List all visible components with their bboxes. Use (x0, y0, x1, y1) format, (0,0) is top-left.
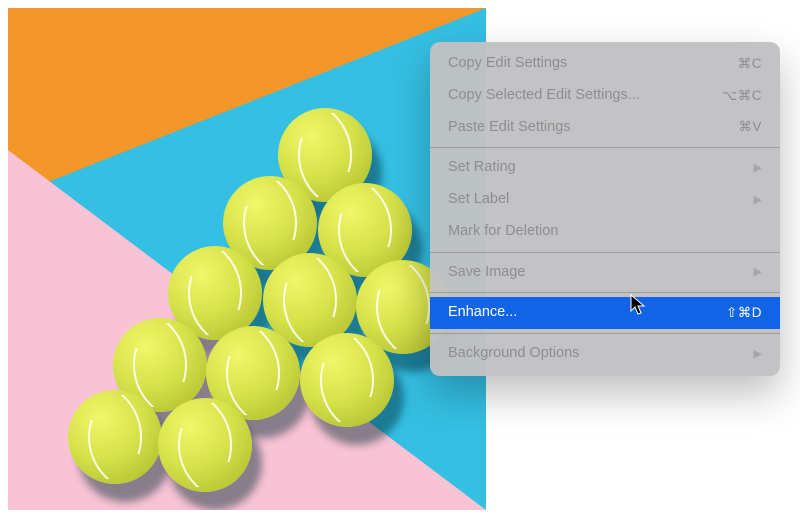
menu-item-label: Copy Selected Edit Settings... (448, 85, 640, 107)
menu-item-label: Set Label (448, 189, 509, 211)
menu-separator (430, 333, 780, 334)
menu-item-copy-edit-settings: Copy Edit Settings ⌘C (430, 48, 780, 80)
context-menu[interactable]: Copy Edit Settings ⌘C Copy Selected Edit S… (430, 42, 780, 376)
submenu-arrow-icon: ▶ (754, 346, 762, 363)
menu-item-shortcut: ⇧⌘D (726, 303, 762, 323)
menu-separator (430, 147, 780, 148)
menu-separator (430, 292, 780, 293)
menu-item-mark-for-deletion: Mark for Deletion (430, 216, 780, 248)
menu-item-set-rating: Set Rating ▶ (430, 152, 780, 184)
submenu-arrow-icon: ▶ (754, 160, 762, 177)
menu-item-shortcut: ⌘C (738, 54, 762, 74)
menu-item-shortcut: ⌘V (738, 117, 762, 137)
menu-item-label: Set Rating (448, 157, 516, 179)
submenu-arrow-icon: ▶ (754, 264, 762, 281)
tennis-ball (158, 398, 252, 492)
menu-item-paste-edit-settings: Paste Edit Settings ⌘V (430, 112, 780, 144)
menu-item-label: Mark for Deletion (448, 221, 558, 243)
menu-item-label: Background Options (448, 343, 579, 365)
menu-item-set-label: Set Label ▶ (430, 184, 780, 216)
tennis-ball (68, 390, 162, 484)
submenu-arrow-icon: ▶ (754, 192, 762, 209)
menu-item-save-image: Save Image ▶ (430, 257, 780, 289)
menu-item-label: Enhance... (448, 302, 517, 324)
menu-separator (430, 252, 780, 253)
menu-item-label: Save Image (448, 262, 525, 284)
menu-item-shortcut: ⌥⌘C (722, 86, 762, 106)
tennis-balls-group (128, 108, 468, 508)
menu-item-label: Paste Edit Settings (448, 117, 571, 139)
menu-item-background-options: Background Options ▶ (430, 338, 780, 370)
photo-preview (8, 8, 486, 510)
menu-item-label: Copy Edit Settings (448, 53, 567, 75)
menu-item-copy-selected-edit-settings: Copy Selected Edit Settings... ⌥⌘C (430, 80, 780, 112)
menu-item-enhance[interactable]: Enhance... ⇧⌘D (430, 297, 780, 329)
tennis-ball (300, 333, 394, 427)
